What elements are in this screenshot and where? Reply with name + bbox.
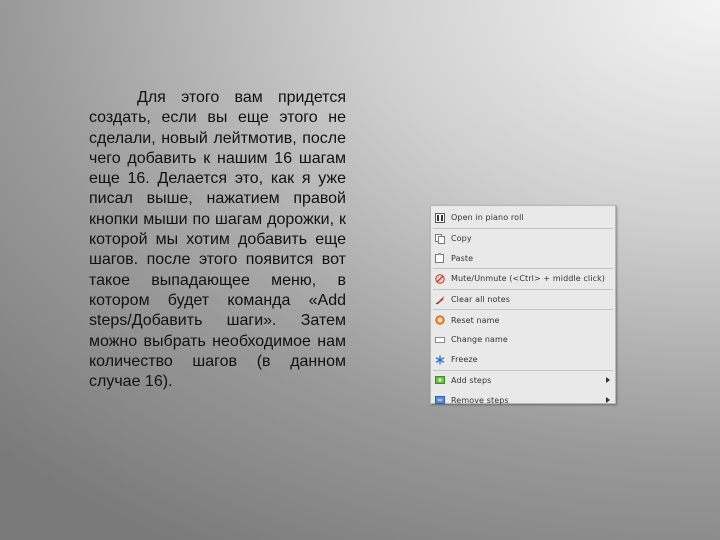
clear-notes-icon <box>435 295 445 305</box>
menu-item-freeze[interactable]: Freeze <box>431 350 615 370</box>
menu-item-label: Paste <box>451 253 474 263</box>
freeze-icon <box>435 355 445 365</box>
menu-item-label: Reset name <box>451 315 500 325</box>
add-steps-icon <box>435 375 445 385</box>
slide-body-text: Для этого вам придется создать, если вы … <box>89 89 346 391</box>
menu-item-clear-all-notes[interactable]: Clear all notes <box>431 290 615 310</box>
context-menu: Open in piano roll Copy Paste Mute/Unmut… <box>430 205 616 405</box>
menu-item-paste[interactable]: Paste <box>431 248 615 268</box>
change-name-icon <box>435 335 445 345</box>
menu-item-label: Add steps <box>451 375 492 385</box>
menu-item-label: Clear all notes <box>451 295 511 305</box>
submenu-arrow-icon <box>606 397 610 404</box>
menu-item-label: Change name <box>451 335 508 345</box>
menu-item-label: Mute/Unmute (<Ctrl> + middle click) <box>451 274 606 284</box>
menu-item-remove-steps[interactable]: Remove steps <box>431 390 615 410</box>
menu-item-label: Freeze <box>451 355 478 365</box>
menu-item-reset-name[interactable]: Reset name <box>431 310 615 330</box>
submenu-arrow-icon <box>606 377 610 384</box>
paste-icon <box>435 253 445 264</box>
menu-item-add-steps[interactable]: Add steps <box>431 371 615 391</box>
reset-name-icon <box>435 315 445 325</box>
menu-item-label: Remove steps <box>451 395 509 405</box>
menu-item-change-name[interactable]: Change name <box>431 330 615 350</box>
menu-item-open-piano-roll[interactable]: Open in piano roll <box>431 208 615 228</box>
menu-item-label: Copy <box>451 234 472 244</box>
menu-item-label: Open in piano roll <box>451 213 524 223</box>
menu-item-copy[interactable]: Copy <box>431 229 615 249</box>
mute-icon <box>435 274 445 284</box>
piano-roll-icon <box>435 212 445 223</box>
remove-steps-icon <box>435 395 445 405</box>
copy-icon <box>435 233 445 244</box>
menu-item-mute-unmute[interactable]: Mute/Unmute (<Ctrl> + middle click) <box>431 269 615 289</box>
